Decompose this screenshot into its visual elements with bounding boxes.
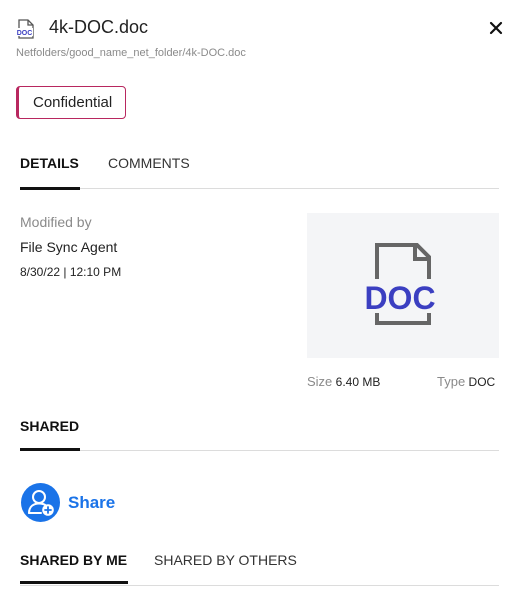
shared-heading-label: SHARED	[20, 418, 80, 434]
tab-details-label: DETAILS	[20, 155, 79, 171]
share-button[interactable]: Share	[21, 483, 115, 522]
modified-by-value: File Sync Agent	[20, 239, 118, 255]
tab-shared-by-others[interactable]: SHARED BY OTHERS	[154, 552, 297, 568]
modified-by-label: Modified by	[20, 214, 92, 230]
preview-doc-text: DOC	[364, 280, 435, 316]
modified-date: 8/30/22 | 12:10 PM	[20, 265, 122, 279]
type-label: Type	[437, 374, 466, 389]
file-preview: DOC	[307, 213, 499, 358]
doc-file-icon: DOC	[16, 19, 36, 39]
type-value: DOC	[468, 375, 496, 389]
shared-heading: SHARED	[20, 418, 81, 451]
details-header: DOC 4k-DOC.doc Netfolders/good_name_net_…	[16, 12, 506, 72]
modified-info: Modified by File Sync Agent 8/30/22 | 12…	[20, 214, 121, 279]
shared-tabs: SHARED BY ME SHARED BY OTHERS	[20, 549, 499, 586]
shared-heading-underline	[20, 448, 81, 451]
tab-details-underline	[20, 187, 80, 190]
size-label: Size	[307, 374, 333, 389]
tab-comments-label: COMMENTS	[108, 155, 190, 171]
file-path: Netfolders/good_name_net_folder/4k-DOC.d…	[16, 47, 246, 59]
doc-preview-icon: DOC	[357, 243, 445, 325]
add-user-icon	[21, 483, 60, 522]
tab-shared-by-me-label: SHARED BY ME	[20, 552, 128, 568]
close-icon[interactable]	[486, 18, 506, 38]
tab-comments[interactable]: COMMENTS	[108, 155, 190, 171]
tab-shared-by-others-label: SHARED BY OTHERS	[154, 552, 297, 568]
file-title: 4k-DOC.doc	[49, 17, 149, 37]
size-value: 6.40 MB	[335, 375, 381, 389]
tab-details[interactable]: DETAILS	[20, 155, 80, 190]
tab-shared-by-me-underline	[20, 581, 129, 584]
file-size: Size 6.40 MB	[307, 374, 380, 389]
doc-file-icon-text: DOC	[17, 30, 33, 37]
classification-tag[interactable]: Confidential	[16, 86, 127, 119]
details-tabs: DETAILS COMMENTS	[20, 150, 499, 190]
tab-shared-by-me[interactable]: SHARED BY ME	[20, 552, 129, 584]
shared-section-header: SHARED	[20, 414, 499, 451]
share-label: Share	[68, 492, 116, 512]
file-type: Type DOC	[437, 374, 495, 389]
